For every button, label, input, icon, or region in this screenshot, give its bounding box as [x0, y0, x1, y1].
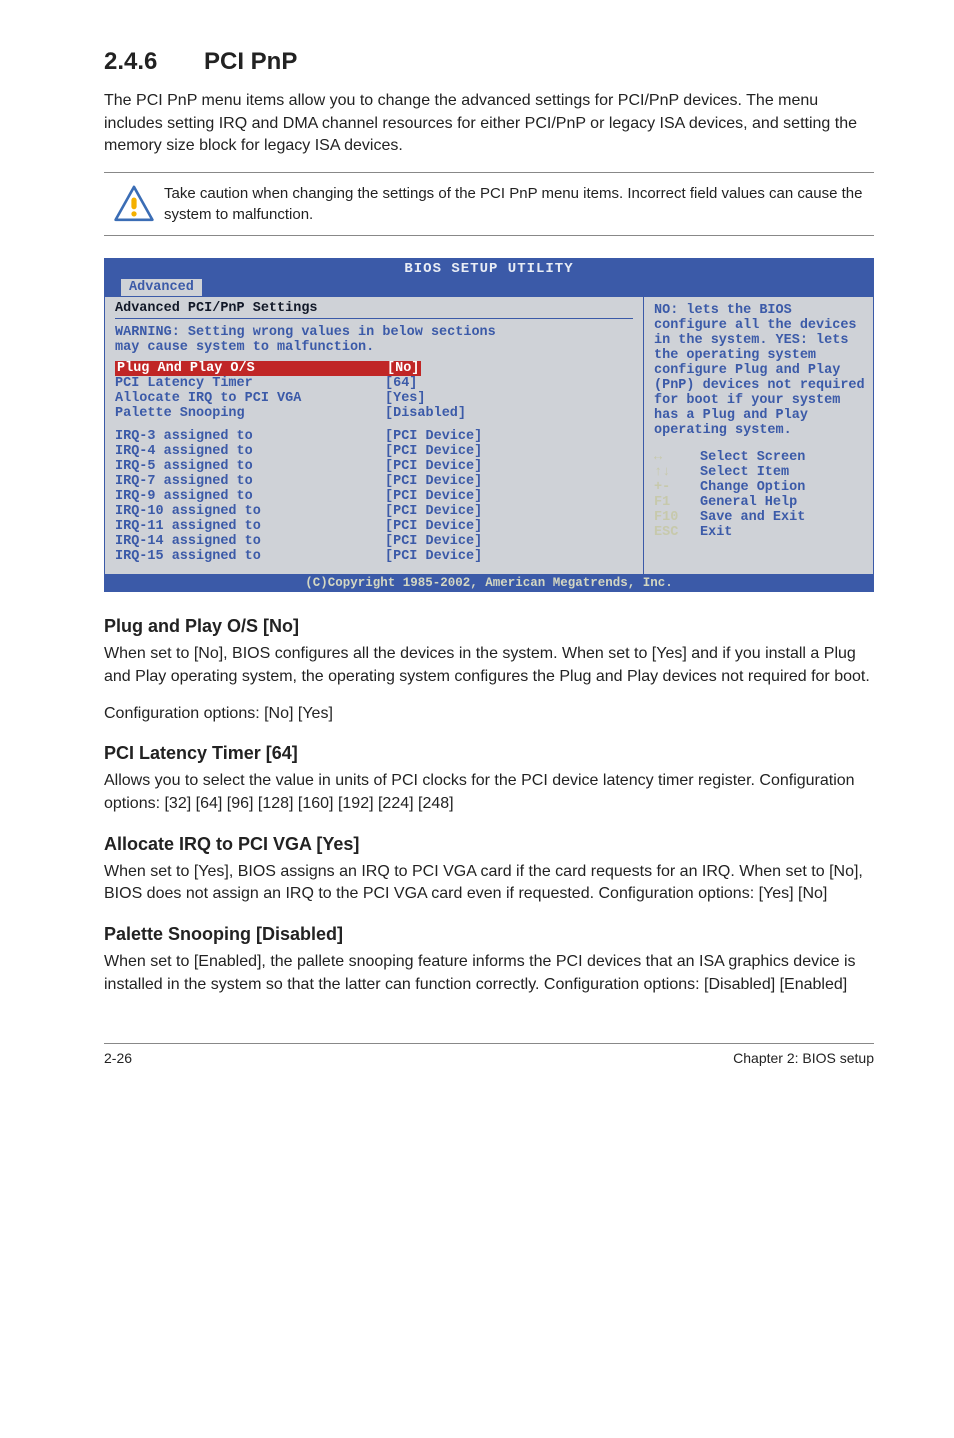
bios-option-label: Palette Snooping: [115, 406, 385, 421]
subsection-paragraph: When set to [Enabled], the pallete snoop…: [104, 951, 874, 996]
bios-irq-value: [PCI Device]: [385, 534, 482, 549]
bios-irq-row[interactable]: IRQ-11 assigned to[PCI Device]: [115, 519, 633, 534]
bios-irq-row[interactable]: IRQ-7 assigned to[PCI Device]: [115, 474, 633, 489]
bios-irq-row[interactable]: IRQ-15 assigned to[PCI Device]: [115, 549, 633, 564]
subsection-paragraph: When set to [No], BIOS configures all th…: [104, 643, 874, 688]
bios-key-action: Exit: [700, 525, 732, 540]
bios-key: +-: [654, 480, 700, 495]
bios-help-text: NO: lets the BIOS configure all the devi…: [654, 303, 865, 438]
section-number: 2.4.6: [104, 48, 204, 76]
bios-irq-label: IRQ-3 assigned to: [115, 429, 385, 444]
bios-option-value: [64]: [385, 376, 417, 391]
page-footer: 2-26 Chapter 2: BIOS setup: [104, 1043, 874, 1066]
bios-key: ESC: [654, 525, 700, 540]
bios-tab-advanced[interactable]: Advanced: [121, 279, 202, 296]
bios-irq-row[interactable]: IRQ-9 assigned to[PCI Device]: [115, 489, 633, 504]
bios-irq-value: [PCI Device]: [385, 459, 482, 474]
bios-irq-label: IRQ-15 assigned to: [115, 549, 385, 564]
bios-option-value: [Disabled]: [385, 406, 466, 421]
bios-key: ↔: [654, 450, 700, 465]
bios-option-value: [No]: [385, 361, 421, 376]
bios-option-label: PCI Latency Timer: [115, 376, 385, 391]
bios-copyright: (C)Copyright 1985-2002, American Megatre…: [105, 574, 873, 591]
bios-irq-label: IRQ-10 assigned to: [115, 504, 385, 519]
bios-irq-value: [PCI Device]: [385, 444, 482, 459]
subsection-heading: Plug and Play O/S [No]: [104, 616, 874, 637]
bios-key-action: Select Screen: [700, 450, 805, 465]
bios-key-action: General Help: [700, 495, 797, 510]
bios-irq-row[interactable]: IRQ-5 assigned to[PCI Device]: [115, 459, 633, 474]
bios-setup-panel: BIOS SETUP UTILITY Advanced Advanced PCI…: [104, 258, 874, 592]
bios-irq-row[interactable]: IRQ-10 assigned to[PCI Device]: [115, 504, 633, 519]
caution-icon: [104, 183, 164, 225]
bios-key: ↑↓: [654, 465, 700, 480]
bios-key: F1: [654, 495, 700, 510]
bios-key: F10: [654, 510, 700, 525]
bios-irq-label: IRQ-11 assigned to: [115, 519, 385, 534]
chapter-label: Chapter 2: BIOS setup: [733, 1050, 874, 1066]
bios-irq-value: [PCI Device]: [385, 549, 482, 564]
page-number: 2-26: [104, 1050, 132, 1066]
bios-irq-value: [PCI Device]: [385, 504, 482, 519]
bios-option-label: Allocate IRQ to PCI VGA: [115, 391, 385, 406]
bios-tabs: Advanced: [105, 279, 873, 296]
subsection-paragraph: When set to [Yes], BIOS assigns an IRQ t…: [104, 861, 874, 906]
subsection-paragraph: Allows you to select the value in units …: [104, 770, 874, 815]
bios-irq-value: [PCI Device]: [385, 489, 482, 504]
bios-irq-row[interactable]: IRQ-4 assigned to[PCI Device]: [115, 444, 633, 459]
bios-irq-label: IRQ-5 assigned to: [115, 459, 385, 474]
bios-title: BIOS SETUP UTILITY: [105, 259, 873, 279]
bios-panel-title: Advanced PCI/PnP Settings: [115, 301, 633, 316]
bios-warning: WARNING: Setting wrong values in below s…: [115, 325, 633, 355]
bios-key-legend: ↔Select Screen ↑↓Select Item +-Change Op…: [654, 450, 865, 540]
bios-option-value: [Yes]: [385, 391, 426, 406]
bios-irq-label: IRQ-9 assigned to: [115, 489, 385, 504]
bios-irq-value: [PCI Device]: [385, 429, 482, 444]
subsection-heading: Allocate IRQ to PCI VGA [Yes]: [104, 834, 874, 855]
bios-option-label: Plug And Play O/S: [115, 361, 385, 376]
bios-warning-line: may cause system to malfunction.: [115, 340, 374, 355]
subsection-heading: PCI Latency Timer [64]: [104, 743, 874, 764]
bios-option-row[interactable]: Plug And Play O/S [No]: [115, 361, 633, 376]
caution-callout: Take caution when changing the settings …: [104, 172, 874, 236]
bios-option-row[interactable]: Allocate IRQ to PCI VGA [Yes]: [115, 391, 633, 406]
bios-irq-row[interactable]: IRQ-14 assigned to[PCI Device]: [115, 534, 633, 549]
bios-key-action: Select Item: [700, 465, 789, 480]
bios-irq-label: IRQ-14 assigned to: [115, 534, 385, 549]
bios-help-pane: NO: lets the BIOS configure all the devi…: [643, 297, 873, 574]
subsection-heading: Palette Snooping [Disabled]: [104, 924, 874, 945]
bios-warning-line: WARNING: Setting wrong values in below s…: [115, 325, 496, 340]
caution-text: Take caution when changing the settings …: [164, 183, 874, 225]
bios-irq-value: [PCI Device]: [385, 474, 482, 489]
subsection-paragraph: Configuration options: [No] [Yes]: [104, 703, 874, 726]
bios-irq-row[interactable]: IRQ-3 assigned to[PCI Device]: [115, 429, 633, 444]
bios-irq-label: IRQ-4 assigned to: [115, 444, 385, 459]
bios-left-pane: Advanced PCI/PnP Settings WARNING: Setti…: [105, 297, 643, 574]
bios-irq-value: [PCI Device]: [385, 519, 482, 534]
bios-option-row[interactable]: Palette Snooping [Disabled]: [115, 406, 633, 421]
bios-irq-label: IRQ-7 assigned to: [115, 474, 385, 489]
bios-option-row[interactable]: PCI Latency Timer [64]: [115, 376, 633, 391]
section-title: PCI PnP: [204, 48, 297, 76]
section-heading: 2.4.6 PCI PnP: [104, 48, 874, 76]
bios-key-action: Save and Exit: [700, 510, 805, 525]
intro-paragraph: The PCI PnP menu items allow you to chan…: [104, 90, 874, 158]
bios-key-action: Change Option: [700, 480, 805, 495]
